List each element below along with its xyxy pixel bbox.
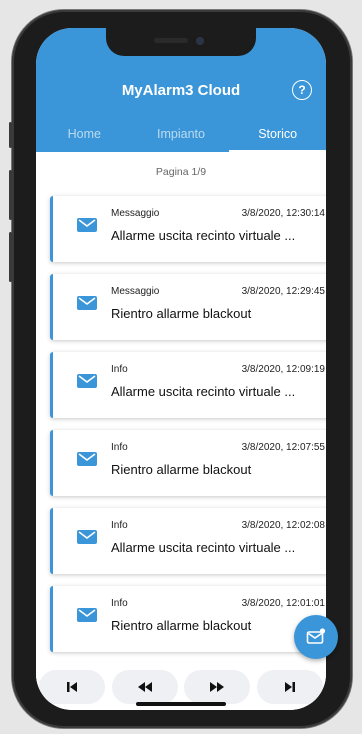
phone-side-button <box>9 232 12 282</box>
help-circle-icon[interactable]: ? <box>292 80 312 100</box>
event-type: Info <box>111 442 128 453</box>
mail-icon <box>77 218 97 232</box>
phone-side-button <box>9 170 12 220</box>
event-type: Info <box>111 364 128 375</box>
event-time: 3/8/2020, 12:09:19 <box>241 364 325 375</box>
event-card[interactable]: Messaggio 3/8/2020, 12:30:14 Allarme usc… <box>50 196 326 262</box>
phone-side-button <box>9 122 12 148</box>
app-screen: MyAlarm3 Cloud ? Home Impianto Storico P… <box>36 28 326 710</box>
page-indicator: Pagina 1/9 <box>155 166 207 178</box>
tab-impianto[interactable]: Impianto <box>133 120 230 152</box>
event-type: Messaggio <box>111 286 160 297</box>
event-time: 3/8/2020, 12:02:08 <box>241 520 325 531</box>
skip-last-icon <box>284 682 295 692</box>
event-card[interactable]: Info 3/8/2020, 12:02:08 Allarme uscita r… <box>50 508 326 574</box>
event-time: 3/8/2020, 12:07:55 <box>241 442 325 453</box>
mail-icon <box>77 296 97 310</box>
event-card[interactable]: Info 3/8/2020, 12:01:01 Rientro allarme … <box>50 586 326 652</box>
new-message-fab[interactable] <box>294 615 338 659</box>
mail-icon <box>77 374 97 388</box>
next-page-button[interactable] <box>184 670 251 704</box>
phone-notch <box>106 28 256 56</box>
app-title: MyAlarm3 Cloud <box>121 82 241 99</box>
rewind-icon <box>137 682 152 692</box>
event-message: Rientro allarme blackout <box>111 306 252 321</box>
event-type: Messaggio <box>111 208 160 219</box>
mail-icon <box>77 608 97 622</box>
speaker-grille <box>154 38 188 43</box>
event-card[interactable]: Messaggio 3/8/2020, 12:29:45 Rientro all… <box>50 274 326 340</box>
event-message: Allarme uscita recinto virtuale ... <box>111 384 296 399</box>
event-type: Info <box>111 520 128 531</box>
mail-icon <box>77 530 97 544</box>
event-time: 3/8/2020, 12:01:01 <box>241 598 325 609</box>
last-page-button[interactable] <box>256 670 323 704</box>
tab-home[interactable]: Home <box>36 120 133 152</box>
mail-icon <box>77 452 97 466</box>
tab-storico[interactable]: Storico <box>229 120 326 152</box>
event-message: Allarme uscita recinto virtuale ... <box>111 228 296 243</box>
event-card[interactable]: Info 3/8/2020, 12:09:19 Allarme uscita r… <box>50 352 326 418</box>
mail-notification-icon <box>306 628 326 644</box>
front-camera <box>196 37 204 45</box>
event-message: Allarme uscita recinto virtuale ... <box>111 540 296 555</box>
home-indicator <box>136 702 226 706</box>
event-type: Info <box>111 598 128 609</box>
event-time: 3/8/2020, 12:29:45 <box>241 286 325 297</box>
event-message: Rientro allarme blackout <box>111 618 252 633</box>
tab-bar: Home Impianto Storico <box>36 120 326 152</box>
previous-page-button[interactable] <box>111 670 178 704</box>
event-message: Rientro allarme blackout <box>111 462 252 477</box>
fast-forward-icon <box>210 682 225 692</box>
event-time: 3/8/2020, 12:30:14 <box>241 208 325 219</box>
event-card[interactable]: Info 3/8/2020, 12:07:55 Rientro allarme … <box>50 430 326 496</box>
skip-first-icon <box>67 682 78 692</box>
first-page-button[interactable] <box>39 670 106 704</box>
